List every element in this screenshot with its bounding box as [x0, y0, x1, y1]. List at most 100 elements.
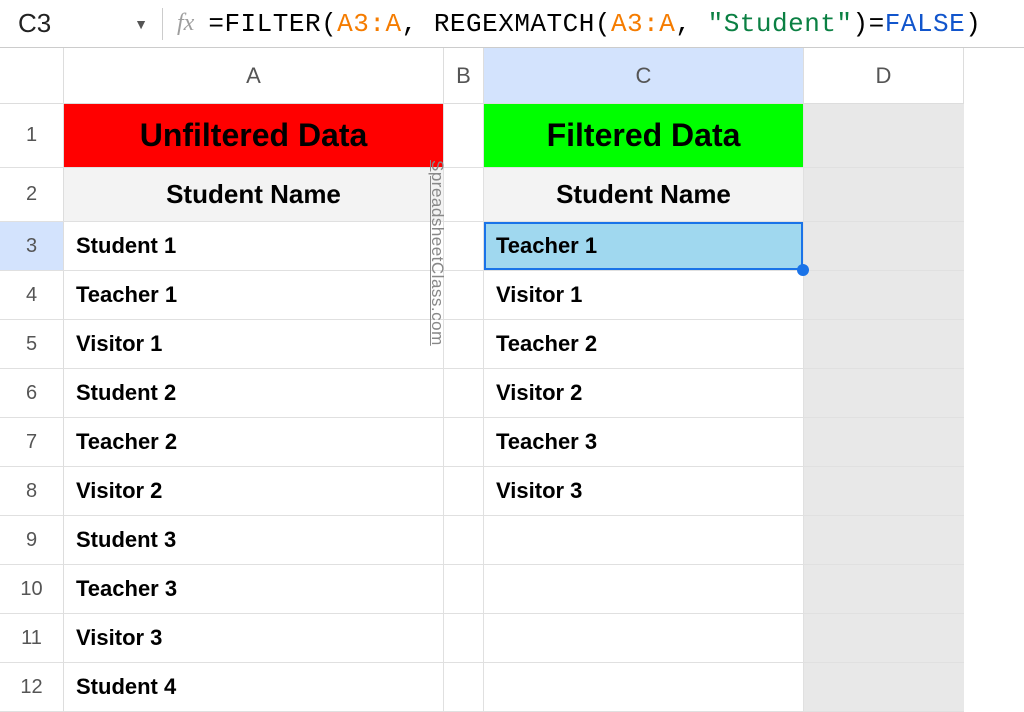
- cell-B5[interactable]: [444, 320, 484, 369]
- fx-icon: fx: [177, 10, 194, 37]
- row-header-6[interactable]: 6: [0, 369, 64, 418]
- table-row: Student Name Student Name: [64, 168, 1024, 222]
- cell-D10[interactable]: [804, 565, 964, 614]
- cell-B7[interactable]: [444, 418, 484, 467]
- cell-D8[interactable]: [804, 467, 964, 516]
- cell-A9[interactable]: Student 3: [64, 516, 444, 565]
- column-headers: A B C D: [64, 48, 1024, 104]
- row-header-3[interactable]: 3: [0, 222, 64, 271]
- formula-range: A3:A: [611, 9, 675, 39]
- row-header-9[interactable]: 9: [0, 516, 64, 565]
- table-row: Visitor 2 Visitor 3: [64, 467, 1024, 516]
- cell-A10[interactable]: Teacher 3: [64, 565, 444, 614]
- cell-D5[interactable]: [804, 320, 964, 369]
- cell-C6[interactable]: Visitor 2: [484, 369, 804, 418]
- formula-input[interactable]: =FILTER(A3:A, REGEXMATCH(A3:A, "Student"…: [208, 9, 981, 39]
- cell-D9[interactable]: [804, 516, 964, 565]
- cell-A11[interactable]: Visitor 3: [64, 614, 444, 663]
- cell-A8[interactable]: Visitor 2: [64, 467, 444, 516]
- cell-D4[interactable]: [804, 271, 964, 320]
- cell-C12[interactable]: [484, 663, 804, 712]
- row-header-11[interactable]: 11: [0, 614, 64, 663]
- cell-D2[interactable]: [804, 168, 964, 222]
- formula-false: FALSE: [885, 9, 966, 39]
- cell-B3[interactable]: [444, 222, 484, 271]
- cell-C3-value: Teacher 1: [496, 233, 597, 259]
- row-header-2[interactable]: 2: [0, 168, 64, 222]
- formula-eq2: =: [869, 9, 885, 39]
- cell-A7[interactable]: Teacher 2: [64, 418, 444, 467]
- cell-C8[interactable]: Visitor 3: [484, 467, 804, 516]
- row-header-8[interactable]: 8: [0, 467, 64, 516]
- col-header-D[interactable]: D: [804, 48, 964, 104]
- spreadsheet-grid: 1 2 3 4 5 6 7 8 9 10 11 12 A B C D Unfil…: [0, 48, 1024, 712]
- cell-A2[interactable]: Student Name: [64, 168, 444, 222]
- row-header-1[interactable]: 1: [0, 104, 64, 168]
- formula-fn-filter: FILTER: [224, 9, 321, 39]
- cell-C9[interactable]: [484, 516, 804, 565]
- cell-B4[interactable]: [444, 271, 484, 320]
- cell-D3[interactable]: [804, 222, 964, 271]
- cell-B8[interactable]: [444, 467, 484, 516]
- cell-D11[interactable]: [804, 614, 964, 663]
- formula-string: "Student": [708, 9, 853, 39]
- cell-B11[interactable]: [444, 614, 484, 663]
- cell-B6[interactable]: [444, 369, 484, 418]
- cell-C3[interactable]: Teacher 1: [484, 222, 804, 271]
- formula-eq: =: [208, 9, 224, 39]
- cell-B1[interactable]: [444, 104, 484, 168]
- row-header-12[interactable]: 12: [0, 663, 64, 712]
- cell-A1[interactable]: Unfiltered Data: [64, 104, 444, 168]
- data-rows: Unfiltered Data Filtered Data Student Na…: [64, 104, 1024, 712]
- cell-A12[interactable]: Student 4: [64, 663, 444, 712]
- divider: [162, 8, 163, 40]
- cell-A5[interactable]: Visitor 1: [64, 320, 444, 369]
- watermark: SpreadsheetClass.com: [427, 160, 447, 346]
- cell-C4[interactable]: Visitor 1: [484, 271, 804, 320]
- name-box-dropdown-icon[interactable]: ▼: [134, 16, 148, 32]
- row-header-10[interactable]: 10: [0, 565, 64, 614]
- formula-comma: ,: [402, 9, 434, 39]
- cell-B2[interactable]: [444, 168, 484, 222]
- cell-A6[interactable]: Student 2: [64, 369, 444, 418]
- formula-paren: ): [965, 9, 981, 39]
- cell-D6[interactable]: [804, 369, 964, 418]
- formula-fn-regex: REGEXMATCH: [434, 9, 595, 39]
- row-header-4[interactable]: 4: [0, 271, 64, 320]
- cell-B12[interactable]: [444, 663, 484, 712]
- name-box-value: C3: [18, 8, 51, 39]
- cell-C2[interactable]: Student Name: [484, 168, 804, 222]
- cell-A3[interactable]: Student 1: [64, 222, 444, 271]
- col-header-B[interactable]: B: [444, 48, 484, 104]
- cell-B9[interactable]: [444, 516, 484, 565]
- table-row: Unfiltered Data Filtered Data: [64, 104, 1024, 168]
- cell-C5[interactable]: Teacher 2: [484, 320, 804, 369]
- cell-C11[interactable]: [484, 614, 804, 663]
- table-row: Teacher 3: [64, 565, 1024, 614]
- cell-A4[interactable]: Teacher 1: [64, 271, 444, 320]
- formula-comma: ,: [675, 9, 707, 39]
- cell-D1[interactable]: [804, 104, 964, 168]
- cell-D12[interactable]: [804, 663, 964, 712]
- selection-handle[interactable]: [797, 264, 809, 276]
- col-header-C[interactable]: C: [484, 48, 804, 104]
- table-row: Visitor 1 Teacher 2: [64, 320, 1024, 369]
- cell-C1[interactable]: Filtered Data: [484, 104, 804, 168]
- columns-area: A B C D Unfiltered Data Filtered Data St…: [64, 48, 1024, 712]
- table-row: Student 1 Teacher 1: [64, 222, 1024, 271]
- col-header-A[interactable]: A: [64, 48, 444, 104]
- cell-D7[interactable]: [804, 418, 964, 467]
- formula-paren: (: [321, 9, 337, 39]
- select-all-corner[interactable]: [0, 48, 64, 104]
- table-row: Teacher 1 Visitor 1: [64, 271, 1024, 320]
- cell-B10[interactable]: [444, 565, 484, 614]
- formula-bar: C3 ▼ fx =FILTER(A3:A, REGEXMATCH(A3:A, "…: [0, 0, 1024, 48]
- table-row: Student 4: [64, 663, 1024, 712]
- cell-C10[interactable]: [484, 565, 804, 614]
- row-header-7[interactable]: 7: [0, 418, 64, 467]
- name-box[interactable]: C3 ▼: [8, 4, 158, 43]
- formula-paren: (: [595, 9, 611, 39]
- table-row: Teacher 2 Teacher 3: [64, 418, 1024, 467]
- row-header-5[interactable]: 5: [0, 320, 64, 369]
- cell-C7[interactable]: Teacher 3: [484, 418, 804, 467]
